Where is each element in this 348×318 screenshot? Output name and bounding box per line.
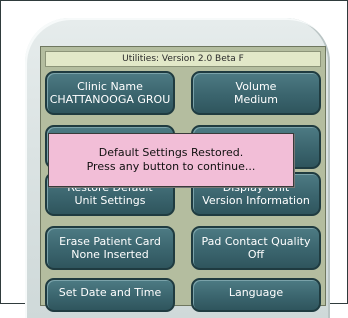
language-button[interactable]: Language (191, 278, 321, 312)
language-label: Language (228, 286, 284, 299)
pad-contact-quality-label: Pad Contact Quality (201, 235, 311, 248)
set-date-time-button[interactable]: Set Date and Time (45, 278, 175, 312)
volume-button[interactable]: Volume Medium (191, 71, 321, 115)
erase-patient-card-button[interactable]: Erase Patient Card None Inserted (45, 226, 175, 270)
dialog-instruction: Press any button to continue... (86, 160, 256, 173)
settings-restored-dialog[interactable]: Default Settings Restored. Press any but… (48, 133, 294, 187)
set-date-time-label: Set Date and Time (58, 286, 162, 299)
dialog-message: Default Settings Restored. (98, 146, 244, 159)
volume-label: Volume (235, 80, 277, 93)
pad-contact-quality-button[interactable]: Pad Contact Quality Off (191, 226, 321, 270)
utilities-title-bar: Utilities: Version 2.0 Beta F (45, 51, 321, 67)
erase-patient-card-label: Erase Patient Card (59, 235, 161, 248)
clinic-name-value: CHATTANOOGA GROU (49, 93, 171, 106)
pad-contact-quality-value: Off (247, 248, 265, 261)
clinic-name-button[interactable]: Clinic Name CHATTANOOGA GROU (45, 71, 175, 115)
restore-default-sub: Unit Settings (74, 194, 146, 207)
erase-patient-card-value: None Inserted (71, 248, 149, 261)
clinic-name-label: Clinic Name (77, 80, 143, 93)
volume-value: Medium (234, 93, 278, 106)
display-unit-sub: Version Information (202, 194, 310, 207)
